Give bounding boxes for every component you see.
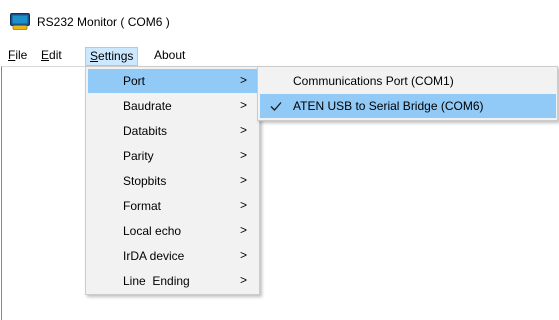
app-window: RS232 Monitor ( COM6 ) File Edit Setting… xyxy=(0,0,559,320)
menu-about[interactable]: About xyxy=(150,47,189,66)
menu-bar: File Edit Settings About xyxy=(0,44,559,66)
settings-item-irda-device[interactable]: IrDA device > xyxy=(88,244,257,268)
settings-item-local-echo[interactable]: Local echo > xyxy=(88,219,257,243)
port-item-com1[interactable]: Communications Port (COM1) xyxy=(260,69,556,93)
port-item-label: ATEN USB to Serial Bridge (COM6) xyxy=(293,99,484,113)
menu-settings[interactable]: Settings xyxy=(85,47,139,66)
menu-settings-label: ettings xyxy=(98,49,134,63)
menu-file[interactable]: File xyxy=(4,47,31,66)
settings-item-parity[interactable]: Parity > xyxy=(88,144,257,168)
menu-edit[interactable]: Edit xyxy=(37,47,66,66)
chevron-right-icon: > xyxy=(240,198,248,212)
settings-item-label: IrDA device xyxy=(123,249,185,263)
chevron-right-icon: > xyxy=(240,98,248,112)
monitor-icon xyxy=(10,13,30,30)
menu-settings-mnemonic: S xyxy=(90,49,99,63)
settings-item-label: Format xyxy=(123,199,162,213)
settings-item-label: Databits xyxy=(123,124,168,138)
menu-edit-mnemonic: E xyxy=(41,48,50,62)
settings-item-label: Local echo xyxy=(123,224,182,238)
chevron-right-icon: > xyxy=(240,248,248,262)
settings-item-label: Parity xyxy=(123,149,154,163)
settings-item-label: Line Ending xyxy=(123,274,190,288)
chevron-right-icon: > xyxy=(240,173,248,187)
menu-file-label: ile xyxy=(15,48,28,62)
chevron-right-icon: > xyxy=(240,273,248,287)
chevron-right-icon: > xyxy=(240,223,248,237)
port-item-com6[interactable]: ATEN USB to Serial Bridge (COM6) xyxy=(260,94,556,118)
chevron-right-icon: > xyxy=(240,148,248,162)
title-bar: RS232 Monitor ( COM6 ) xyxy=(0,0,559,44)
settings-item-port[interactable]: Port > xyxy=(88,69,257,93)
port-submenu: Communications Port (COM1) ATEN USB to S… xyxy=(257,66,558,121)
chevron-right-icon: > xyxy=(240,73,248,87)
settings-item-format[interactable]: Format > xyxy=(88,194,257,218)
window-title: RS232 Monitor ( COM6 ) xyxy=(37,15,170,29)
settings-item-databits[interactable]: Databits > xyxy=(88,119,257,143)
port-item-label: Communications Port (COM1) xyxy=(293,74,454,88)
menu-edit-label: dit xyxy=(49,48,62,62)
settings-item-stopbits[interactable]: Stopbits > xyxy=(88,169,257,193)
settings-item-baudrate[interactable]: Baudrate > xyxy=(88,94,257,118)
checkmark-icon xyxy=(270,102,282,111)
settings-item-label: Port xyxy=(123,74,146,88)
settings-item-line-ending[interactable]: Line Ending > xyxy=(88,269,257,293)
settings-item-label: Baudrate xyxy=(123,99,172,113)
settings-item-label: Stopbits xyxy=(123,174,167,188)
settings-dropdown: Port > Baudrate > Databits > Parity > St… xyxy=(85,66,260,295)
chevron-right-icon: > xyxy=(240,123,248,137)
